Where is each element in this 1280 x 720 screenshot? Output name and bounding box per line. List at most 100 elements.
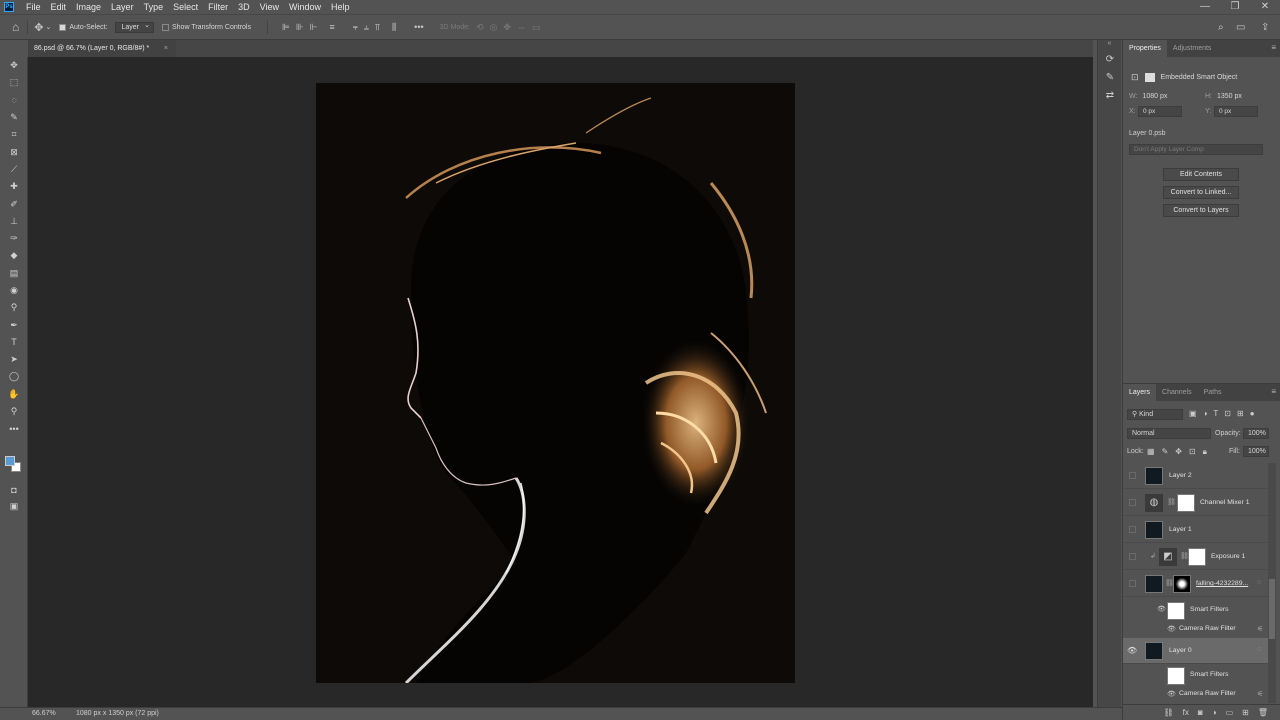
layer-row[interactable]: ⛓ falling-4232289... ◌ (1123, 571, 1268, 597)
new-layer-icon[interactable]: ⊞ (1242, 708, 1249, 717)
convert-to-linked-button[interactable]: Convert to Linked... (1163, 186, 1239, 199)
distribute-icon[interactable]: ⫼ (392, 22, 396, 33)
layer-row-selected[interactable]: 👁︎ Layer 0 ◌ (1123, 638, 1268, 664)
quick-mask-icon[interactable]: ◘ (0, 481, 28, 498)
history-brush-tool-icon[interactable]: ✑ (0, 230, 28, 247)
filter-pixel-icon[interactable]: ▣ (1189, 409, 1197, 418)
smart-filter-options-icon[interactable]: ◌ (1257, 579, 1261, 586)
y-position-field[interactable]: 0 px (1214, 106, 1258, 117)
eye-icon[interactable]: 👁︎ (1127, 646, 1137, 656)
move-tool-preset-icon[interactable]: ✥ (34, 21, 43, 34)
layer-name[interactable]: Layer 0 (1169, 647, 1192, 654)
adjust-panel-icon[interactable]: ⇄ (1098, 86, 1122, 104)
filter-smart-icon[interactable]: ⊞ (1237, 409, 1244, 418)
lock-position-icon[interactable]: ✥ (1175, 447, 1182, 457)
document-canvas[interactable] (316, 83, 795, 683)
show-transform-toggle[interactable]: Show Transform Controls (162, 23, 251, 31)
auto-select-target-dropdown[interactable]: Layer (115, 21, 154, 33)
quick-select-tool-icon[interactable]: ✎ (0, 109, 28, 126)
stamp-tool-icon[interactable]: ⊥ (0, 213, 28, 230)
zoom-level[interactable]: 66.67% (32, 708, 56, 720)
lock-transparent-icon[interactable]: ▦ (1147, 447, 1155, 457)
layers-scrollbar[interactable] (1268, 463, 1276, 703)
tab-properties[interactable]: Properties (1123, 40, 1167, 57)
search-icon[interactable]: ⌕ (1218, 22, 1224, 33)
opacity-field[interactable]: 100% (1243, 428, 1269, 439)
tab-paths[interactable]: Paths (1198, 384, 1228, 401)
dodge-tool-icon[interactable]: ⚲ (0, 299, 28, 316)
visibility-toggle[interactable] (1129, 580, 1136, 587)
more-options-icon[interactable]: ••• (414, 22, 423, 32)
visibility-toggle[interactable] (1129, 553, 1136, 560)
filter-blending-options-icon[interactable]: ⚟ (1257, 690, 1263, 698)
history-panel-icon[interactable]: ⟳ (1098, 50, 1122, 68)
layer-row[interactable]: ↲ ◩ ⛓ Exposure 1 (1123, 544, 1268, 570)
layer-name[interactable]: Exposure 1 (1211, 553, 1245, 560)
align-left-icon[interactable]: ⊫ (282, 22, 290, 33)
shape-tool-icon[interactable]: ◯ (0, 368, 28, 385)
align-bottom-icon[interactable]: ⫪ (375, 22, 380, 33)
width-value[interactable]: 1080 px (1142, 93, 1167, 100)
tab-layers[interactable]: Layers (1123, 384, 1157, 401)
layer-row[interactable]: ◍ ⛓ Channel Mixer 1 (1123, 490, 1268, 516)
layer-name[interactable]: Channel Mixer 1 (1200, 499, 1250, 506)
menu-select[interactable]: Select (168, 0, 203, 14)
smart-filters-label[interactable]: Smart Filters (1190, 606, 1229, 613)
convert-to-layers-button[interactable]: Convert to Layers (1163, 204, 1239, 217)
close-tab-icon[interactable]: × (164, 40, 168, 57)
delete-layer-icon[interactable]: 🗑︎ (1258, 708, 1268, 717)
restore-icon[interactable]: ❐ (1220, 0, 1250, 14)
filter-row[interactable]: 👁︎ Camera Raw Filter ⚟ (1123, 686, 1268, 705)
filter-adjustment-icon[interactable]: ◑ (1203, 409, 1208, 418)
document-info[interactable]: 1080 px x 1350 px (72 ppi) (76, 708, 159, 720)
more-tools-icon[interactable]: ••• (0, 420, 28, 437)
edit-contents-button[interactable]: Edit Contents (1163, 168, 1239, 181)
visibility-toggle[interactable] (1129, 526, 1136, 533)
chevron-down-icon[interactable]: ⌄ (45, 23, 51, 31)
link-layers-icon[interactable]: ⛓ (1164, 708, 1174, 717)
filter-shape-icon[interactable]: ⊡ (1224, 409, 1231, 418)
foreground-color-swatch[interactable] (5, 456, 15, 466)
frame-tool-icon[interactable]: ⊠ (0, 143, 28, 160)
add-mask-icon[interactable]: ◙ (1198, 708, 1203, 717)
lock-artboard-icon[interactable]: ⊡ (1189, 447, 1196, 457)
minimize-icon[interactable]: — (1190, 0, 1220, 14)
adjustment-layer-icon[interactable]: ◑ (1212, 708, 1217, 717)
align-vertical-icon[interactable]: ≡ (330, 22, 335, 32)
home-icon[interactable]: ⌂ (12, 20, 19, 34)
move-tool-icon[interactable]: ✥ (0, 57, 28, 74)
layer-name[interactable]: Layer 2 (1169, 472, 1192, 479)
show-transform-checkbox[interactable] (162, 23, 169, 31)
pen-tool-icon[interactable]: ✒ (0, 316, 28, 333)
scrollbar-thumb[interactable] (1269, 579, 1275, 639)
collapse-arrows-icon[interactable]: « (1098, 40, 1121, 50)
tab-channels[interactable]: Channels (1156, 384, 1198, 401)
align-right-icon[interactable]: ⊩ (310, 22, 318, 33)
link-icon[interactable]: ⛓ (1167, 498, 1176, 506)
share-icon[interactable]: ⇪ (1261, 22, 1269, 33)
healing-tool-icon[interactable]: ✚ (0, 178, 28, 195)
hand-tool-icon[interactable]: ✋ (0, 386, 28, 403)
fx-icon[interactable]: fx (1183, 708, 1189, 717)
layer-row[interactable]: Layer 1 (1123, 517, 1268, 543)
filter-name[interactable]: Camera Raw Filter (1179, 625, 1236, 632)
smart-filter-options-icon[interactable]: ◌ (1257, 646, 1261, 653)
menu-type[interactable]: Type (139, 0, 169, 14)
menu-window[interactable]: Window (284, 0, 326, 14)
blend-mode-dropdown[interactable]: Normal (1127, 428, 1211, 439)
menu-view[interactable]: View (255, 0, 284, 14)
screen-mode-icon[interactable]: ▣ (0, 498, 28, 515)
workspace-icon[interactable]: ▭ (1236, 22, 1245, 33)
visibility-toggle[interactable] (1129, 499, 1136, 506)
auto-select-checkbox[interactable] (59, 23, 67, 31)
menu-layer[interactable]: Layer (106, 0, 139, 14)
layer-name[interactable]: Layer 1 (1169, 526, 1192, 533)
eraser-tool-icon[interactable]: ◆ (0, 247, 28, 264)
menu-filter[interactable]: Filter (203, 0, 233, 14)
type-tool-icon[interactable]: T (0, 334, 28, 351)
layer-comp-dropdown[interactable]: Don't Apply Layer Comp (1129, 144, 1263, 155)
marquee-tool-icon[interactable]: ⬚ (0, 74, 28, 91)
canvas-area[interactable] (28, 57, 1093, 707)
menu-3d[interactable]: 3D (233, 0, 255, 14)
menu-file[interactable]: File (21, 0, 46, 14)
